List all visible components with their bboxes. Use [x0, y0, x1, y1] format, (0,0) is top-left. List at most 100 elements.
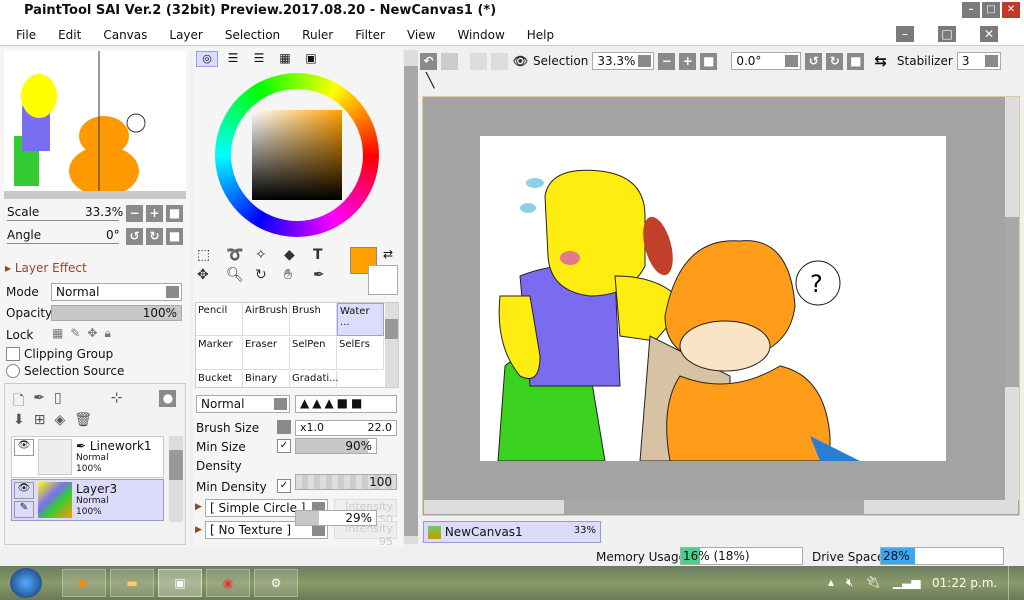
brush-eraser[interactable]: Eraser	[243, 337, 290, 370]
menu-file[interactable]: File	[16, 28, 36, 45]
lasso-icon[interactable]: ➰	[226, 247, 251, 263]
rotate-right-button[interactable]: ↻	[146, 228, 163, 245]
brush-selpen[interactable]: SelPen	[290, 337, 337, 370]
saturation-value-square[interactable]	[252, 110, 342, 200]
new-linework-layer-icon[interactable]: ✒	[33, 390, 45, 414]
copy-layer-icon[interactable]: ⊞	[34, 412, 46, 428]
redo-button[interactable]	[441, 52, 458, 70]
zoom-in-button[interactable]: +	[146, 205, 163, 222]
deselect-button[interactable]	[470, 52, 487, 70]
explorer-taskbar-icon[interactable]: ▬	[110, 569, 154, 597]
toolbar-rotate-left-button[interactable]: ↺	[805, 52, 823, 70]
canvas-horizontal-scrollbar[interactable]	[424, 500, 1018, 514]
layer-transform-icon[interactable]: ⊹	[111, 390, 123, 414]
toolbar-zoom-in-button[interactable]: +	[679, 52, 697, 70]
canvas-view[interactable]: ?	[422, 96, 1020, 516]
brush-pencil[interactable]: Pencil	[196, 303, 243, 336]
layer-scrollbar[interactable]	[169, 436, 183, 522]
doc-minimize-button[interactable]: –	[896, 26, 914, 42]
volume-muted-icon[interactable]: 🔇︎	[846, 575, 854, 590]
undo-button[interactable]: ↶	[420, 52, 437, 70]
flip-horizontal-icon[interactable]: ⇆	[874, 52, 887, 70]
min-size-checkbox[interactable]: ✓	[277, 439, 291, 453]
canvas-vertical-scrollbar[interactable]	[1005, 97, 1019, 500]
new-folder-icon[interactable]: ▯	[54, 390, 62, 414]
delete-layer-icon[interactable]: 🗑︎	[74, 412, 92, 428]
move-icon[interactable]: ✥	[197, 267, 222, 283]
menu-view[interactable]: View	[407, 28, 435, 45]
menu-ruler[interactable]: Ruler	[302, 28, 333, 45]
brush-selers[interactable]: SelErs	[337, 337, 384, 370]
brush-shape-selector[interactable]: ▲▲▲■■	[295, 395, 397, 413]
layer-effect-toggle[interactable]: ▸ Layer Effect	[5, 261, 87, 275]
opacity-slider[interactable]: 100%	[51, 305, 182, 321]
brush-marker[interactable]: Marker	[196, 337, 243, 370]
layer-item-layer3[interactable]: 👁︎ ✎ Layer3 Normal 100%	[11, 479, 164, 521]
density-slider[interactable]: 100	[295, 474, 397, 490]
menu-selection[interactable]: Selection	[225, 28, 280, 45]
canvas-artwork[interactable]: ?	[480, 136, 946, 461]
power-icon[interactable]: 🔌︎	[866, 575, 881, 590]
visibility-eye-icon[interactable]: 👁︎	[14, 439, 34, 456]
brush-grid-scrollbar[interactable]	[385, 303, 398, 387]
toolbar-rotate-reset-button[interactable]: ■	[847, 52, 865, 70]
painttool-sai-taskbar-icon[interactable]: ▣	[158, 569, 202, 597]
straight-line-icon[interactable]: ╲	[426, 73, 434, 89]
menu-help[interactable]: Help	[527, 28, 554, 45]
visibility-eye-icon[interactable]: 👁︎	[14, 482, 34, 499]
brush-size-dropdown[interactable]	[277, 420, 291, 434]
selection-source-radio[interactable]	[6, 364, 20, 378]
min-density-checkbox[interactable]: ✓	[277, 479, 291, 493]
selection-visibility-icon[interactable]: 👁︎	[512, 52, 529, 70]
brush-blend-select[interactable]: Normal	[196, 395, 290, 413]
min-size-slider[interactable]: 90%	[295, 438, 377, 454]
brush-size-field[interactable]: x1.0 22.0	[295, 420, 397, 436]
merge-down-icon[interactable]: ⬇	[13, 412, 25, 428]
clipping-group-checkbox[interactable]	[6, 347, 20, 361]
tools-panel-scrollbar[interactable]	[404, 50, 418, 544]
rotate-left-button[interactable]: ↺	[126, 228, 143, 245]
texture-expand-icon[interactable]: ▶	[195, 525, 202, 535]
navigator-preview[interactable]	[4, 51, 186, 199]
rect-select-icon[interactable]: ⬚	[197, 247, 222, 263]
brush-airbrush[interactable]: AirBrush	[243, 303, 290, 336]
clear-layer-icon[interactable]: ◈	[54, 412, 65, 428]
minimize-button[interactable]: –	[962, 2, 980, 18]
text-tool-icon[interactable]: T	[313, 247, 338, 263]
color-wheel[interactable]	[215, 73, 379, 237]
secondary-color-swatch[interactable]	[368, 265, 398, 295]
canvas-tab[interactable]: NewCanvas1 33%	[423, 521, 601, 543]
scratchpad-tab[interactable]: ▣	[300, 51, 322, 67]
scale-slider[interactable]	[7, 220, 119, 221]
stabilizer-select[interactable]: 3	[956, 52, 1001, 70]
hand-icon[interactable]: ✋︎	[284, 267, 309, 283]
menu-window[interactable]: Window	[457, 28, 504, 45]
brush-bucket[interactable]: Bucket	[196, 371, 243, 387]
min-density-slider[interactable]: 29%	[295, 510, 377, 526]
brush-binary[interactable]: Binary ...	[243, 371, 290, 387]
zoom-reset-button[interactable]: ■	[166, 205, 183, 222]
angle-slider[interactable]	[7, 243, 119, 244]
eyedropper-icon[interactable]: ✒	[313, 267, 338, 283]
rotation-select[interactable]: 0.0°	[731, 52, 802, 70]
clock[interactable]: 01:22 p.m.	[932, 576, 997, 590]
shape-icon[interactable]: ◆	[284, 247, 309, 263]
lock-move-icon[interactable]: ✥	[87, 326, 97, 341]
rotate-reset-button[interactable]: ■	[166, 228, 183, 245]
hsv-slider-tab[interactable]: ☰	[248, 51, 270, 67]
color-wheel-tab[interactable]: ◎	[196, 51, 218, 67]
swatches-tab[interactable]: ▦	[274, 51, 296, 67]
layer-item-linework1[interactable]: 👁︎ ✒ Linework1 Normal 100%	[11, 436, 164, 478]
invert-selection-button[interactable]	[491, 52, 508, 70]
new-layer-icon[interactable]: 🗋	[13, 390, 24, 414]
signal-icon[interactable]: ▁▃▅	[893, 575, 921, 590]
toolbar-zoom-out-button[interactable]: −	[658, 52, 676, 70]
zoom-select[interactable]: 33.3%	[592, 52, 655, 70]
magic-wand-icon[interactable]: ✧	[255, 247, 280, 263]
brush-gradation[interactable]: Gradati...	[290, 371, 339, 387]
toolbar-zoom-reset-button[interactable]: ■	[700, 52, 718, 70]
show-desktop-button[interactable]	[1008, 566, 1024, 600]
menu-edit[interactable]: Edit	[58, 28, 81, 45]
app-taskbar-icon[interactable]: ⚙	[254, 569, 298, 597]
blend-mode-select[interactable]: Normal	[51, 283, 182, 301]
